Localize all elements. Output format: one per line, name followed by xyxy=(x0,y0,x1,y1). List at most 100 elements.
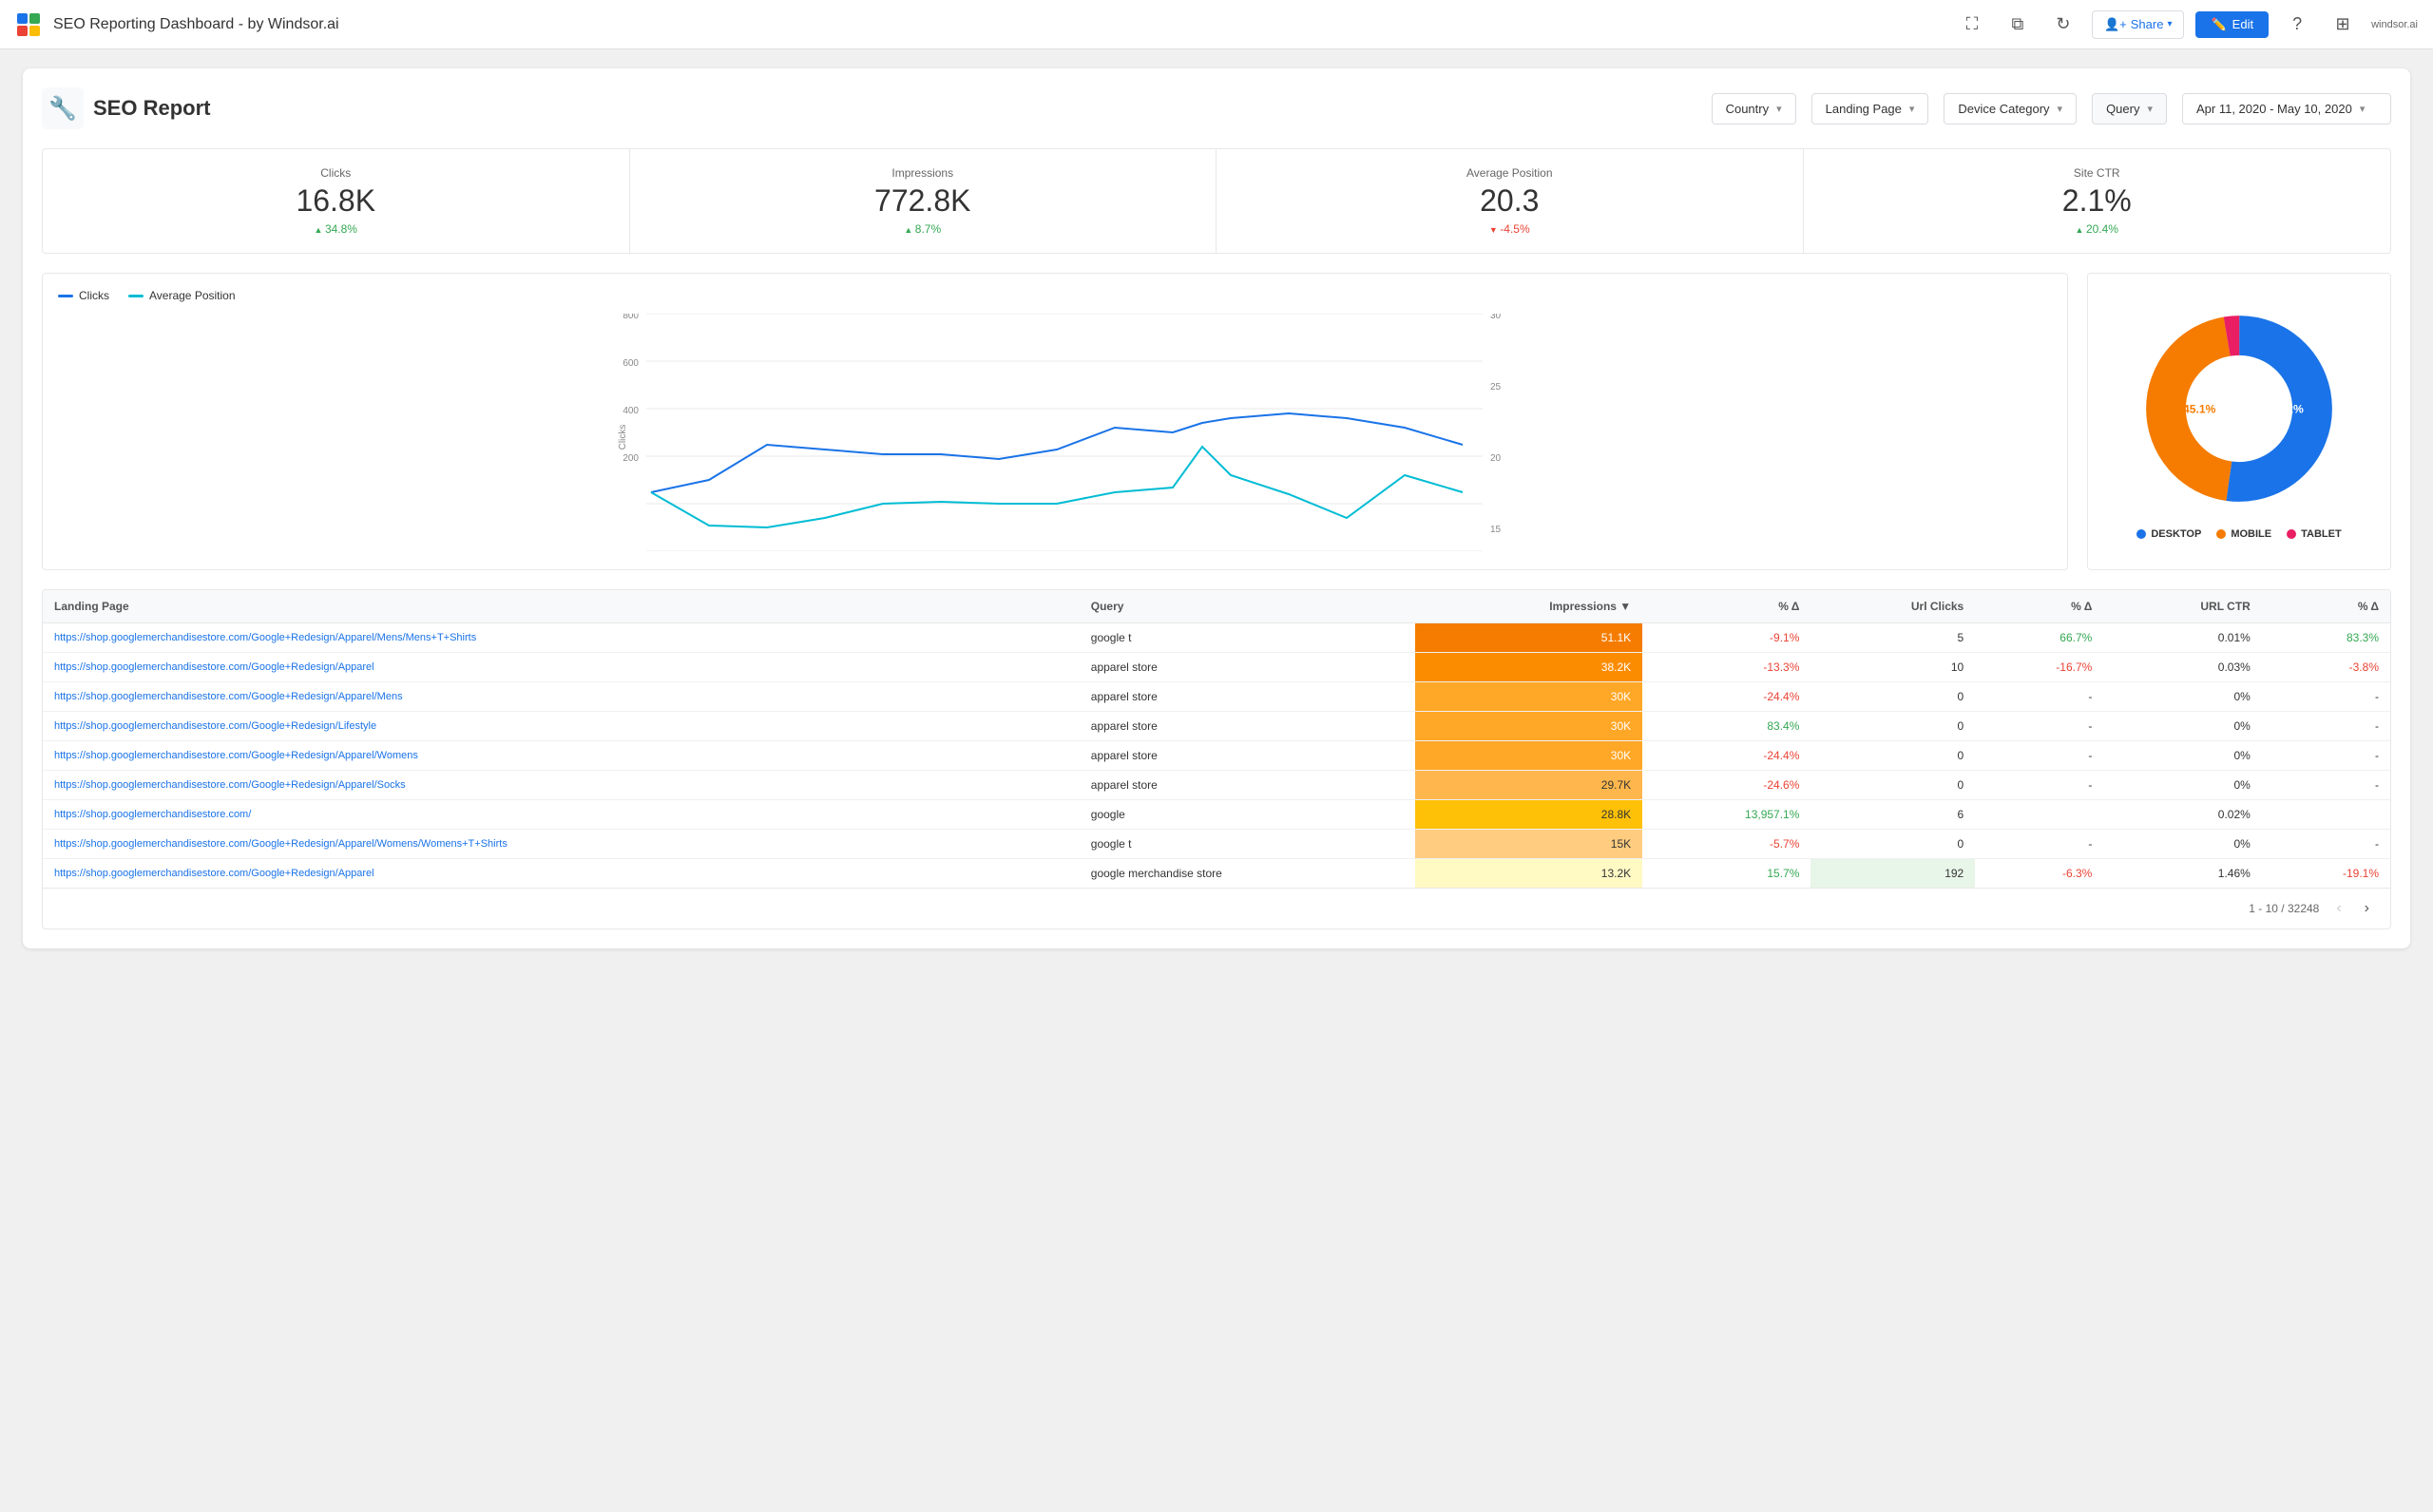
next-page-button[interactable]: › xyxy=(2359,898,2375,919)
data-table: Landing Page Query Impressions ▼ % Δ Url… xyxy=(42,589,2391,929)
col-landing-page: Landing Page xyxy=(43,590,1080,623)
col-url-ctr: URL CTR xyxy=(2103,590,2262,623)
arrow-up-icon xyxy=(2076,222,2086,236)
date-chevron-icon: ▾ xyxy=(2360,103,2366,115)
col-url-clicks-change: % Δ xyxy=(1975,590,2103,623)
avg-position-legend-label: Average Position xyxy=(149,289,236,302)
fullscreen-button[interactable]: ⛶ xyxy=(1955,8,1989,42)
country-filter[interactable]: Country ▾ xyxy=(1712,93,1796,124)
app-logo xyxy=(15,11,42,38)
cell-url-ctr: 1.46% xyxy=(2103,859,2262,889)
table-footer: 1 - 10 / 32248 ‹ › xyxy=(43,888,2390,928)
results-table: Landing Page Query Impressions ▼ % Δ Url… xyxy=(43,590,2390,888)
donut-legend: DESKTOP MOBILE TABLET xyxy=(2136,528,2341,540)
arrow-up-icon xyxy=(904,222,914,236)
svg-text:30: 30 xyxy=(1490,314,1502,321)
seo-report-icon: 🔧 xyxy=(42,87,84,129)
cell-url-clicks-change: - xyxy=(1975,741,2103,771)
cell-url: https://shop.googlemerchandisestore.com/… xyxy=(43,712,1080,741)
kpi-avg-position: Average Position 20.3 -4.5% xyxy=(1216,149,1804,253)
col-impressions[interactable]: Impressions ▼ xyxy=(1415,590,1642,623)
chart-row: Clicks Average Position xyxy=(42,273,2391,570)
cell-url-ctr-change: - xyxy=(2262,771,2390,800)
kpi-impressions-label: Impressions xyxy=(653,166,1194,180)
cell-url-ctr-change: - xyxy=(2262,830,2390,859)
windsor-brand: windsor.ai xyxy=(2371,19,2418,30)
cell-impressions: 15K xyxy=(1415,830,1642,859)
kpi-site-ctr-change: 20.4% xyxy=(1827,222,2368,236)
cell-url: https://shop.googlemerchandisestore.com/… xyxy=(43,830,1080,859)
pagination-label: 1 - 10 / 32248 xyxy=(2249,902,2319,915)
kpi-impressions-value: 772.8K xyxy=(653,183,1194,219)
mobile-legend: MOBILE xyxy=(2216,528,2271,540)
header-row: 🔧 SEO Report Country ▾ Landing Page ▾ De… xyxy=(42,87,2391,129)
desktop-color xyxy=(2136,529,2146,539)
arrow-down-icon xyxy=(1489,222,1500,236)
help-button[interactable]: ? xyxy=(2280,8,2314,42)
cell-url-clicks: 192 xyxy=(1810,859,1975,889)
table-row: https://shop.googlemerchandisestore.com/… xyxy=(43,771,2390,800)
table-row: https://shop.googlemerchandisestore.com/… xyxy=(43,859,2390,889)
kpi-site-ctr-value: 2.1% xyxy=(1827,183,2368,219)
cell-url: https://shop.googlemerchandisestore.com/ xyxy=(43,800,1080,830)
share-button[interactable]: 👤+ Share ▾ xyxy=(2092,10,2185,39)
cell-url-clicks-change: - xyxy=(1975,771,2103,800)
clicks-legend-color xyxy=(58,295,73,297)
cell-query: apparel store xyxy=(1080,712,1415,741)
tablet-color xyxy=(2287,529,2296,539)
query-filter[interactable]: Query ▾ xyxy=(2092,93,2167,124)
cell-url-clicks: 0 xyxy=(1810,771,1975,800)
cell-impressions: 30K xyxy=(1415,741,1642,771)
mobile-color xyxy=(2216,529,2226,539)
topbar: SEO Reporting Dashboard - by Windsor.ai … xyxy=(0,0,2433,49)
cell-url-clicks-change: - xyxy=(1975,682,2103,712)
cell-impressions-change: 15.7% xyxy=(1642,859,1810,889)
cell-impressions-change: -24.4% xyxy=(1642,682,1810,712)
cell-impressions-change: -13.3% xyxy=(1642,653,1810,682)
grid-button[interactable]: ⊞ xyxy=(2326,8,2360,42)
kpi-impressions: Impressions 772.8K 8.7% xyxy=(630,149,1217,253)
landing-page-filter-label: Landing Page xyxy=(1826,102,1902,116)
donut-chart-container: 45.1% 52.2% DESKTOP MOBILE TABLET xyxy=(2087,273,2391,570)
table-row: https://shop.googlemerchandisestore.com/… xyxy=(43,653,2390,682)
cell-url-clicks: 5 xyxy=(1810,623,1975,653)
device-category-filter[interactable]: Device Category ▾ xyxy=(1944,93,2077,124)
cell-impressions: 38.2K xyxy=(1415,653,1642,682)
copy-button[interactable]: ⧉ xyxy=(2001,8,2035,42)
mobile-legend-label: MOBILE xyxy=(2231,528,2271,540)
cell-url-clicks: 0 xyxy=(1810,682,1975,712)
page-title: SEO Reporting Dashboard - by Windsor.ai xyxy=(53,16,1944,33)
cell-url-ctr: 0% xyxy=(2103,771,2262,800)
clicks-legend-label: Clicks xyxy=(79,289,109,302)
cell-query: google t xyxy=(1080,623,1415,653)
col-url-ctr-change: % Δ xyxy=(2262,590,2390,623)
svg-text:20: 20 xyxy=(1490,453,1502,464)
legend-clicks: Clicks xyxy=(58,289,109,302)
cell-url-ctr-change: 83.3% xyxy=(2262,623,2390,653)
kpi-clicks-value: 16.8K xyxy=(66,183,606,219)
table-row: https://shop.googlemerchandisestore.com/… xyxy=(43,623,2390,653)
cell-url-ctr-change: - xyxy=(2262,741,2390,771)
kpi-clicks: Clicks 16.8K 34.8% xyxy=(43,149,630,253)
cell-url-ctr-change: - xyxy=(2262,682,2390,712)
cell-url-ctr: 0.02% xyxy=(2103,800,2262,830)
cell-url-ctr-change: -19.1% xyxy=(2262,859,2390,889)
cell-impressions: 30K xyxy=(1415,712,1642,741)
cell-query: apparel store xyxy=(1080,771,1415,800)
kpi-site-ctr: Site CTR 2.1% 20.4% xyxy=(1804,149,2391,253)
svg-text:200: 200 xyxy=(623,453,639,464)
cell-url-clicks-change: -16.7% xyxy=(1975,653,2103,682)
tablet-legend-label: TABLET xyxy=(2301,528,2342,540)
cell-impressions-change: 13,957.1% xyxy=(1642,800,1810,830)
edit-icon: ✏️ xyxy=(2211,17,2226,32)
cell-url-ctr-change xyxy=(2262,800,2390,830)
kpi-avg-position-label: Average Position xyxy=(1239,166,1780,180)
edit-button[interactable]: ✏️ Edit xyxy=(2195,11,2269,38)
landing-page-filter[interactable]: Landing Page ▾ xyxy=(1811,93,1929,124)
refresh-button[interactable]: ↻ xyxy=(2046,8,2080,42)
avg-position-legend-color xyxy=(128,295,144,297)
date-range-picker[interactable]: Apr 11, 2020 - May 10, 2020 ▾ xyxy=(2182,93,2391,124)
cell-url-clicks-change: - xyxy=(1975,712,2103,741)
tablet-legend: TABLET xyxy=(2287,528,2342,540)
prev-page-button[interactable]: ‹ xyxy=(2330,898,2347,919)
